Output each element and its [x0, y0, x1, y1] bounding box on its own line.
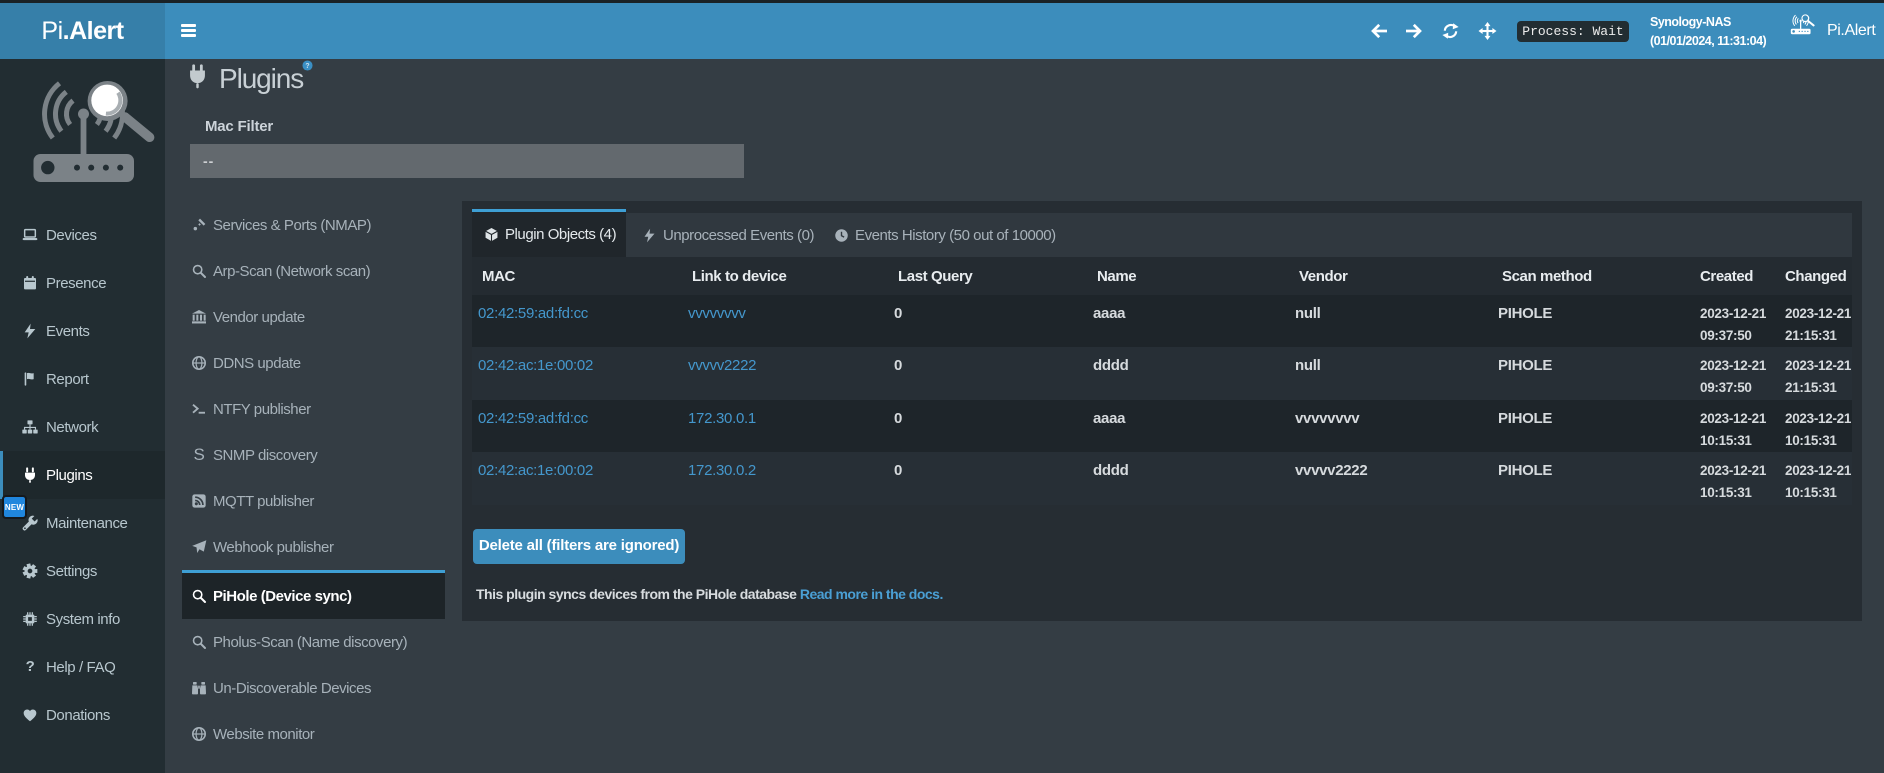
svg-text:?: ?	[306, 63, 310, 70]
